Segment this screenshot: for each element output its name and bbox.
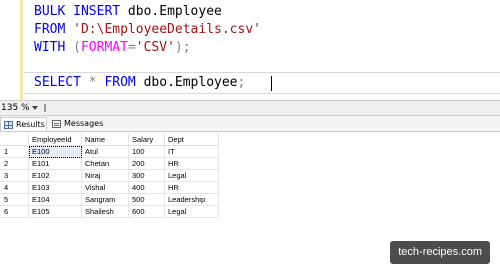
cell-name[interactable]: Atul	[81, 145, 129, 158]
code-token: INSERT	[73, 4, 121, 19]
horizontal-scrollbar[interactable]	[44, 104, 46, 112]
cell-salary[interactable]: 300	[128, 169, 165, 182]
cell-salary[interactable]: 100	[128, 145, 165, 158]
grid-icon	[4, 121, 13, 129]
cell-employeeid[interactable]: E102	[28, 169, 82, 182]
cell-employeeid[interactable]: E103	[28, 181, 82, 194]
cell-name[interactable]: Sangram	[81, 193, 129, 206]
code-token: =	[127, 40, 136, 55]
tab-results-label: Results	[16, 120, 45, 129]
code-token: FROM	[104, 75, 136, 90]
cell-salary[interactable]: 400	[128, 181, 165, 194]
cell-dept[interactable]: Legal	[164, 205, 219, 218]
table-row[interactable]: 5 E104 Sangram 500 Leadership	[0, 193, 219, 206]
code-token: dbo.Employee	[135, 75, 238, 90]
code-token: );	[174, 40, 191, 55]
watermark-badge: tech-recipes.com	[390, 241, 490, 264]
cell-salary[interactable]: 200	[128, 157, 165, 170]
tab-results[interactable]: Results	[0, 117, 47, 131]
cell-salary[interactable]: 500	[128, 193, 165, 206]
row-number[interactable]: 4	[0, 181, 29, 194]
cell-name[interactable]: Vishal	[81, 181, 129, 194]
message-icon	[52, 120, 61, 128]
code-token: WITH	[34, 40, 66, 55]
cell-dept[interactable]: HR	[164, 181, 219, 194]
cell-employeeid[interactable]: E104	[28, 193, 82, 206]
cell-dept[interactable]: Legal	[164, 169, 219, 182]
code-token: dbo.Employee	[120, 4, 222, 19]
cell-name[interactable]: Niraj	[81, 169, 129, 182]
row-number[interactable]: 6	[0, 205, 29, 218]
editor-status-bar: 135 %	[0, 100, 500, 116]
row-number[interactable]: 3	[0, 169, 29, 182]
cell-employeeid[interactable]: E101	[28, 157, 82, 170]
code-line-3[interactable]: WITH (FORMAT='CSV');	[34, 38, 191, 58]
code-line-1[interactable]: BULK INSERT dbo.Employee	[34, 2, 222, 22]
code-token: FORMAT	[80, 40, 128, 55]
cell-dept[interactable]: IT	[164, 145, 219, 158]
cell-dept[interactable]: HR	[164, 157, 219, 170]
cell-name[interactable]: Shailesh	[81, 205, 129, 218]
cell-employeeid[interactable]: E105	[28, 205, 82, 218]
column-header-dept[interactable]: Dept	[164, 134, 219, 146]
zoom-level[interactable]: 135 %	[1, 102, 30, 115]
code-token: BULK	[34, 4, 66, 19]
row-number[interactable]: 1	[0, 145, 29, 158]
tab-messages[interactable]: Messages	[49, 117, 109, 131]
code-token: ;	[237, 75, 246, 90]
code-token: *	[88, 75, 97, 90]
grid-header-row: EmployeeId Name Salary Dept	[0, 134, 219, 146]
code-token: SELECT	[34, 75, 81, 90]
table-row[interactable]: 6 E105 Shailesh 600 Legal	[0, 205, 219, 218]
query-editor[interactable]: BULK INSERT dbo.Employee FROM 'D:\Employ…	[0, 0, 500, 100]
row-number-header	[0, 134, 29, 146]
cell-name[interactable]: Chetan	[81, 157, 129, 170]
code-line-5[interactable]: SELECT * FROM dbo.Employee;	[34, 73, 245, 93]
table-row[interactable]: 4 E103 Vishal 400 HR	[0, 181, 219, 194]
column-header-salary[interactable]: Salary	[128, 134, 165, 146]
results-grid: EmployeeId Name Salary Dept 1 E100 Atul 100…	[0, 134, 219, 218]
code-token: FROM	[34, 22, 66, 37]
editor-gutter	[0, 0, 20, 100]
column-header-employeeid[interactable]: EmployeeId	[28, 134, 82, 146]
cell-dept[interactable]: Leadership	[164, 193, 219, 206]
column-header-name[interactable]: Name	[81, 134, 129, 146]
table-row[interactable]: 2 E101 Chetan 200 HR	[0, 157, 219, 170]
table-row[interactable]: 3 E102 Niraj 300 Legal	[0, 169, 219, 182]
row-number[interactable]: 2	[0, 157, 29, 170]
code-token: (	[73, 40, 81, 55]
table-row[interactable]: 1 E100 Atul 100 IT	[0, 145, 219, 158]
editor-change-margin	[20, 0, 23, 100]
results-tabs: Results Messages	[0, 116, 500, 132]
cell-salary[interactable]: 600	[128, 205, 165, 218]
row-number[interactable]: 5	[0, 193, 29, 206]
text-caret	[271, 76, 272, 91]
cell-employeeid[interactable]: E100	[28, 145, 82, 158]
tab-messages-label: Messages	[64, 119, 104, 128]
code-token: 'D:\EmployeeDetails.csv'	[73, 22, 261, 37]
code-line-2[interactable]: FROM 'D:\EmployeeDetails.csv'	[34, 20, 261, 40]
chevron-down-icon[interactable]	[32, 106, 38, 110]
code-token: 'CSV'	[135, 40, 175, 55]
